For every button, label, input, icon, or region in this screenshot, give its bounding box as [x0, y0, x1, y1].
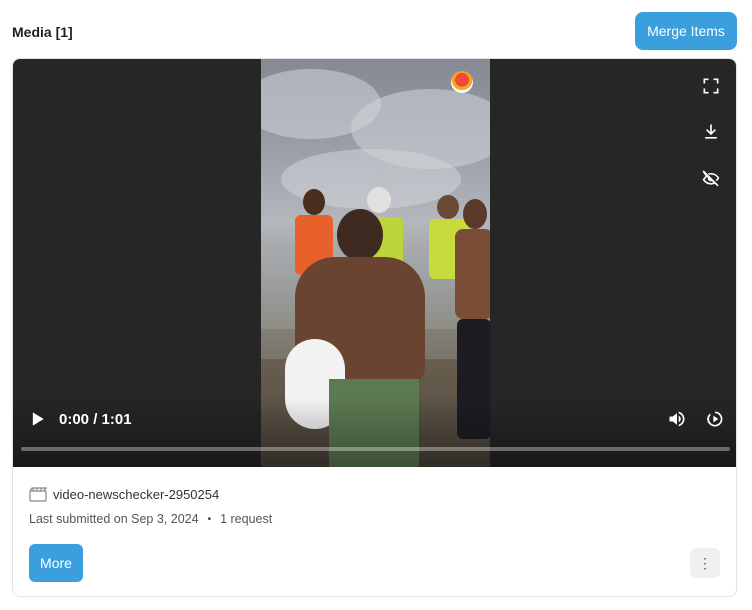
merge-items-button[interactable]: Merge Items — [635, 12, 737, 50]
item-name[interactable]: video-newschecker-2950254 — [53, 487, 219, 502]
video-controls: 0:00 / 1:01 — [13, 397, 736, 467]
request-count: 1 request — [220, 512, 273, 526]
media-card: 0:00 / 1:01 video-newschecker-2950254 La… — [12, 58, 737, 597]
play-icon[interactable] — [27, 409, 47, 429]
video-file-icon — [29, 487, 48, 502]
volume-icon[interactable] — [665, 407, 689, 431]
page-title: Media [1] — [12, 24, 73, 40]
more-options-icon[interactable]: ⋮ — [690, 548, 720, 578]
channel-logo — [451, 71, 473, 93]
progress-bar[interactable] — [21, 447, 730, 451]
download-icon[interactable] — [699, 120, 723, 144]
time-display: 0:00 / 1:01 — [59, 411, 132, 428]
playback-speed-icon[interactable] — [703, 407, 727, 431]
last-submitted: Last submitted on Sep 3, 2024 — [29, 512, 199, 526]
separator-dot: • — [207, 513, 212, 525]
more-button[interactable]: More — [29, 544, 83, 582]
fullscreen-icon[interactable] — [699, 74, 723, 98]
item-info: video-newschecker-2950254 Last submitted… — [29, 487, 272, 526]
video-player[interactable]: 0:00 / 1:01 — [13, 59, 736, 467]
media-header: Media [1] Merge Items — [12, 12, 737, 50]
hide-icon[interactable] — [699, 166, 723, 190]
